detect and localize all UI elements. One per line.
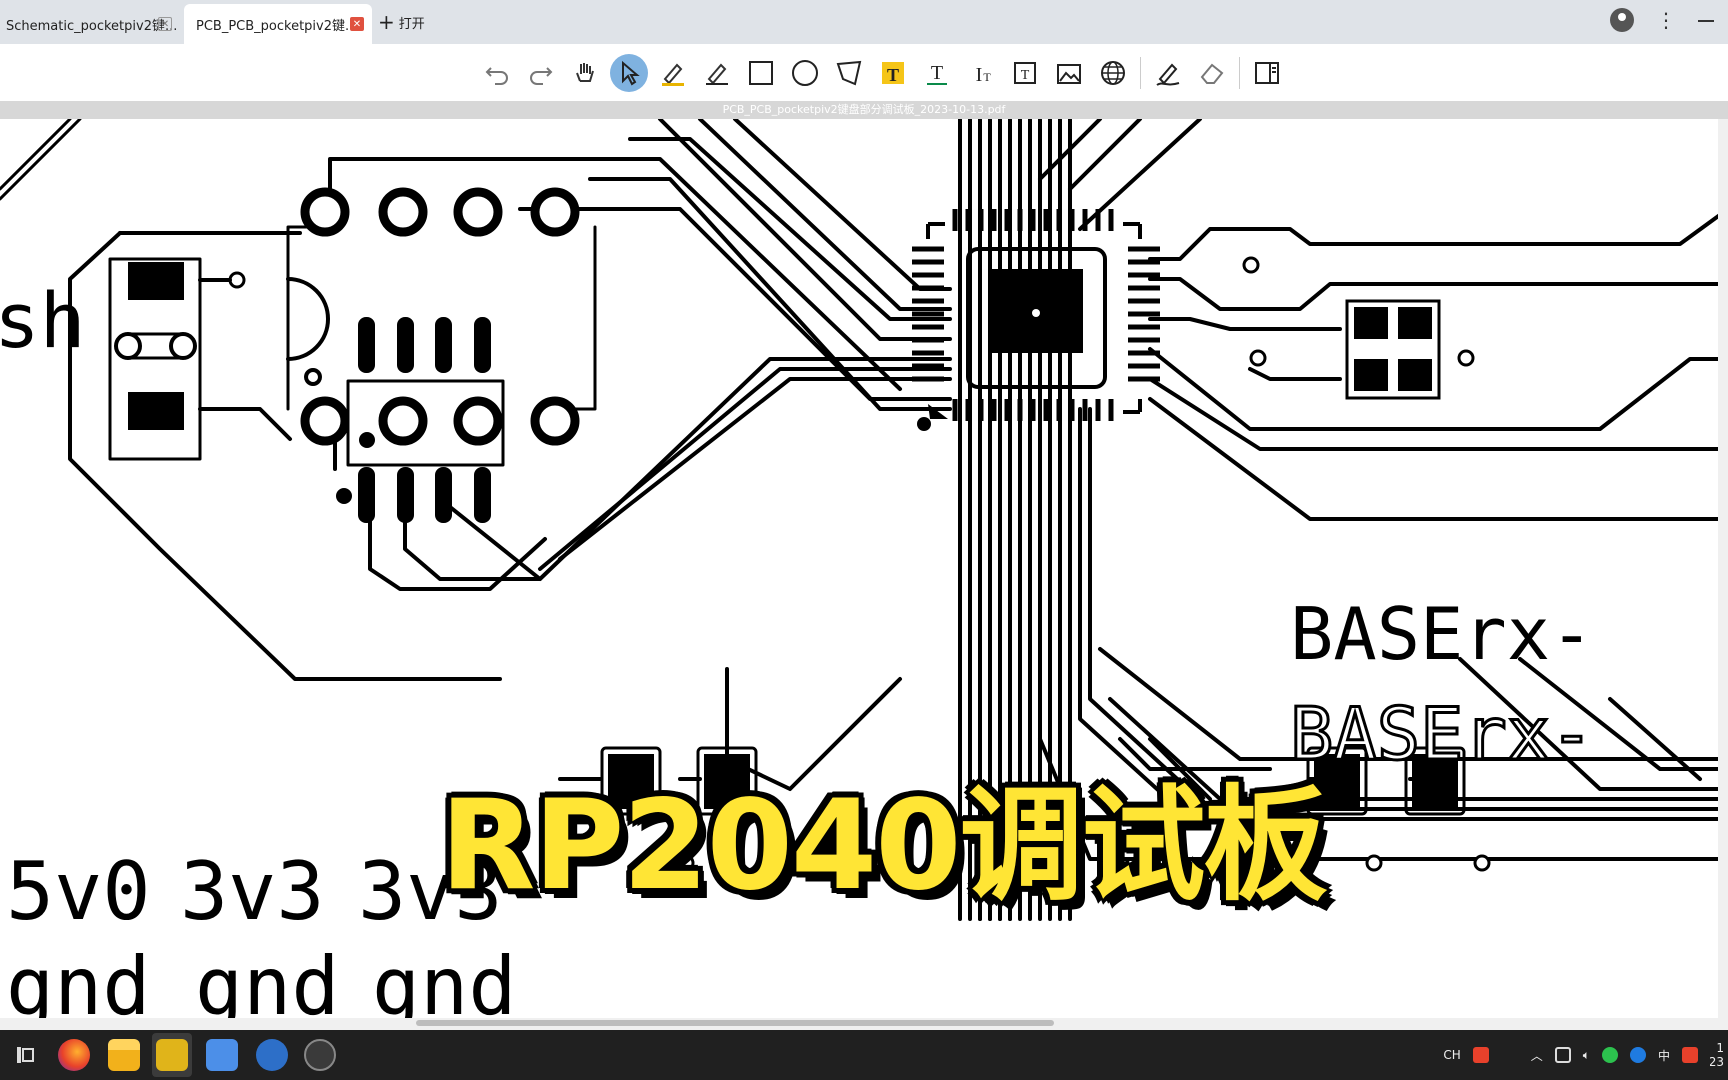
- horizontal-scrollbar[interactable]: [0, 1018, 1728, 1030]
- svg-text:T: T: [931, 62, 943, 84]
- close-tab-icon[interactable]: ✕: [350, 17, 364, 31]
- tab-schematic[interactable]: Schematic_pocketpiv2键... ✕: [0, 4, 180, 44]
- close-tab-icon[interactable]: ✕: [158, 17, 172, 31]
- document-title-bar: PCB_PCB_pocketpiv2键盘部分调试板_2023-10-13.pdf: [0, 101, 1728, 119]
- highlighter-icon[interactable]: [654, 54, 692, 92]
- rectangle-icon[interactable]: [742, 54, 780, 92]
- plus-icon: +: [378, 10, 395, 34]
- text-highlight-icon[interactable]: T: [874, 54, 912, 92]
- account-avatar-icon[interactable]: [1610, 8, 1634, 32]
- pcb-label-3v3-a: 3v3: [180, 845, 325, 938]
- taskbar: CH ︿ 🔈︎ 中 1 2023: [0, 1030, 1728, 1080]
- sogou-icon[interactable]: [1472, 1047, 1489, 1063]
- file-explorer-icon[interactable]: [108, 1039, 140, 1071]
- tab-bar: Schematic_pocketpiv2键... ✕ PCB_PCB_pocke…: [0, 0, 1728, 44]
- pcb-label-baserx: BASErx-: [1290, 592, 1593, 676]
- tab-title: PCB_PCB_pocketpiv2键...: [196, 18, 358, 34]
- svg-text:I: I: [976, 64, 983, 86]
- svg-text:T: T: [983, 70, 991, 84]
- minimize-icon[interactable]: [1698, 20, 1714, 22]
- firefox-icon[interactable]: [58, 1039, 90, 1071]
- pen-icon[interactable]: [698, 54, 736, 92]
- window-controls: ⋮: [1610, 8, 1728, 32]
- pcb-label-left: sh: [0, 276, 86, 365]
- undo-icon[interactable]: [478, 54, 516, 92]
- sidebar-toggle-icon[interactable]: [1248, 54, 1286, 92]
- svg-text:T: T: [887, 65, 899, 85]
- pcb-label-gnd-a: gnd: [6, 940, 151, 1027]
- text-box-icon[interactable]: T: [1006, 54, 1044, 92]
- pcb-label-gnd-c: gnd: [372, 940, 517, 1027]
- toolbar-divider: [1239, 57, 1240, 89]
- signature-icon[interactable]: [1149, 54, 1187, 92]
- text-insert-icon[interactable]: IT: [962, 54, 1000, 92]
- circle-icon[interactable]: [786, 54, 824, 92]
- sogou-tray-icon[interactable]: [1682, 1047, 1698, 1063]
- eraser-icon[interactable]: [1193, 54, 1231, 92]
- clock-date: 2023: [1710, 1055, 1724, 1069]
- svg-text:T: T: [1021, 68, 1030, 83]
- clock-time: 1: [1716, 1041, 1724, 1055]
- image-icon[interactable]: [1050, 54, 1088, 92]
- pcb-label-baserx-outline: BASErx-: [1290, 692, 1593, 776]
- text-underline-icon[interactable]: T: [918, 54, 956, 92]
- open-file-button[interactable]: + 打开: [378, 10, 425, 34]
- horizontal-scroll-thumb[interactable]: [416, 1020, 1054, 1026]
- wechat-icon[interactable]: [1601, 1047, 1618, 1063]
- video-title-overlay: RP2040调试板: [440, 774, 1327, 918]
- hand-icon[interactable]: [566, 54, 604, 92]
- language-indicator[interactable]: 中: [1658, 1047, 1670, 1064]
- tab-pcb[interactable]: PCB_PCB_pocketpiv2键... ✕: [184, 4, 372, 44]
- pdf-canvas[interactable]: sh 5v0 3v3 3v3 gnd gnd gnd BASErx- BASEr…: [0, 119, 1728, 1027]
- ime-indicator[interactable]: CH: [1443, 1048, 1460, 1062]
- select-arrow-icon[interactable]: [610, 54, 648, 92]
- vertical-scrollbar[interactable]: [1718, 119, 1728, 1027]
- browser-blue-icon[interactable]: [256, 1039, 288, 1071]
- more-menu-icon[interactable]: ⋮: [1656, 8, 1676, 32]
- bluetooth-app-icon[interactable]: [1629, 1047, 1646, 1063]
- open-file-label: 打开: [398, 16, 425, 32]
- system-tray: CH ︿ 🔈︎ 中 1 2023: [1443, 1030, 1728, 1080]
- toolbar-divider: [1140, 57, 1141, 89]
- pcb-label-gnd-b: gnd: [195, 940, 340, 1027]
- app-yellow-icon[interactable]: [156, 1039, 188, 1071]
- obs-icon[interactable]: [304, 1039, 336, 1071]
- chevron-up-icon[interactable]: ︿: [1531, 1047, 1543, 1064]
- redo-icon[interactable]: [522, 54, 560, 92]
- task-view-icon[interactable]: [8, 1039, 40, 1071]
- pcb-label-5v0: 5v0: [6, 845, 151, 938]
- annotation-toolbar: T T IT T: [0, 44, 1728, 102]
- tab-title: Schematic_pocketpiv2键...: [6, 18, 178, 34]
- globe-icon[interactable]: [1094, 54, 1132, 92]
- network-icon[interactable]: [1554, 1047, 1571, 1063]
- cloud-app-icon[interactable]: [206, 1039, 238, 1071]
- clock[interactable]: 1 2023: [1710, 1041, 1724, 1069]
- volume-icon[interactable]: 🔈︎: [1583, 1048, 1590, 1063]
- polygon-icon[interactable]: [830, 54, 868, 92]
